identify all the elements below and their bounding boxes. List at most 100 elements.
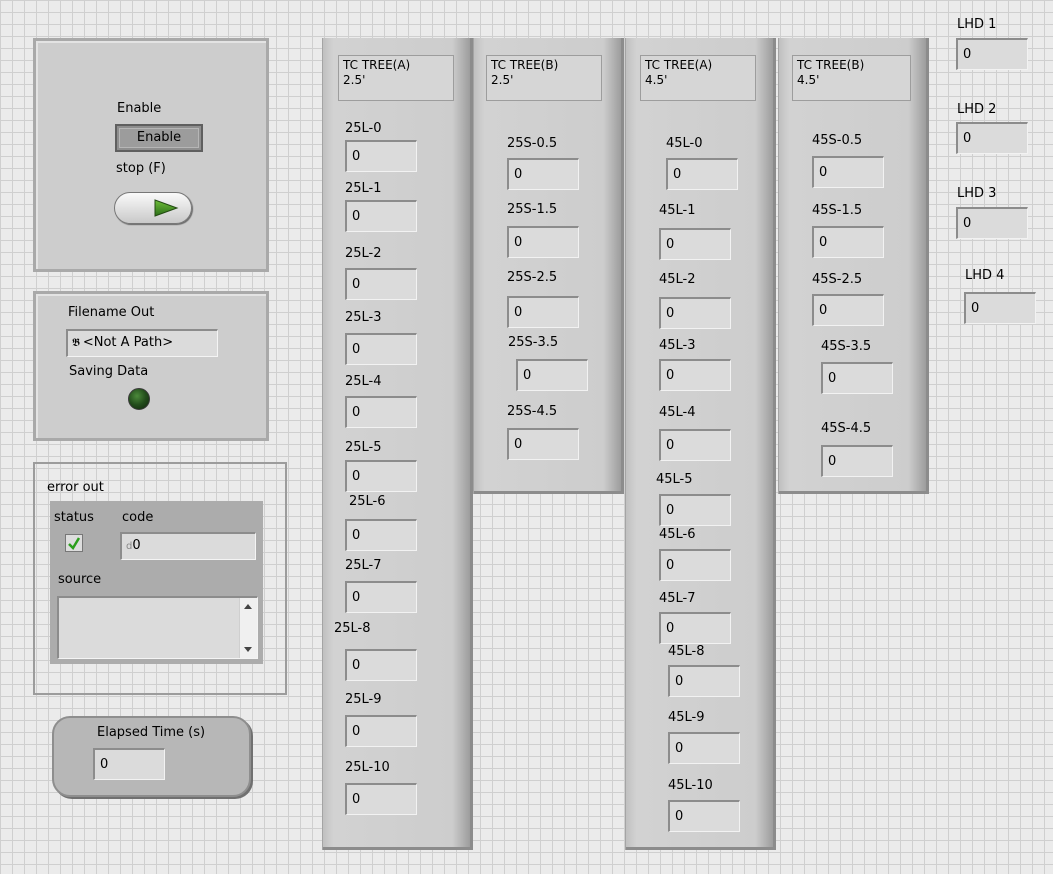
sensor-label: 25L-10 [345, 760, 390, 775]
sensor-value: 0 [345, 519, 417, 551]
sensor-value: 0 [345, 333, 417, 365]
lhd-label: LHD 4 [965, 268, 1005, 283]
lhd-value: 0 [956, 122, 1028, 154]
lhd-value: 0 [956, 207, 1028, 239]
sensor-value: 0 [659, 359, 731, 391]
sensor-value: 0 [668, 800, 740, 832]
sensor-label: 25L-3 [345, 310, 382, 325]
sensor-value: 0 [659, 549, 731, 581]
sensor-value: 0 [345, 783, 417, 815]
sensor-value: 0 [666, 158, 738, 190]
play-arrow-icon [154, 199, 179, 217]
saving-data-label: Saving Data [69, 364, 149, 379]
filename-out-field[interactable]: 𝕭 <Not A Path> [66, 329, 218, 357]
lhd-label: LHD 2 [957, 102, 997, 117]
sensor-value: 0 [345, 581, 417, 613]
sensor-value: 0 [507, 296, 579, 328]
code-label: code [122, 510, 154, 525]
sensor-label: 25L-5 [345, 440, 382, 455]
stop-label: stop (F) [116, 161, 166, 176]
sensor-value: 0 [507, 226, 579, 258]
sensor-value: 0 [507, 428, 579, 460]
sensor-value: 0 [659, 429, 731, 461]
source-label: source [58, 572, 102, 587]
tc-tree-a-2-5-header: TC TREE(A) 2.5' [338, 55, 454, 101]
sensor-label: 45L-4 [659, 405, 696, 420]
filename-out-value: <Not A Path> [82, 335, 174, 350]
lhd-label: LHD 1 [957, 17, 997, 32]
sensor-value: 0 [812, 226, 884, 258]
saving-data-led [128, 388, 150, 410]
stop-button[interactable] [114, 192, 192, 224]
sensor-value: 0 [659, 494, 731, 526]
sensor-label: 45L-6 [659, 527, 696, 542]
sensor-label: 25S-3.5 [508, 335, 559, 350]
sensor-label: 25S-4.5 [507, 404, 558, 419]
scroll-up-arrow-icon[interactable] [244, 604, 252, 609]
sensor-label: 45L-9 [668, 710, 705, 725]
sensor-label: 25L-6 [349, 494, 386, 509]
error-out-label: error out [47, 480, 104, 495]
sensor-label: 45L-0 [666, 136, 703, 151]
checkmark-icon [68, 537, 81, 551]
sensor-label: 25L-1 [345, 181, 382, 196]
path-icon: 𝕭 [72, 336, 80, 349]
lhd-label: LHD 3 [957, 186, 997, 201]
tc-tree-b-2-5-header: TC TREE(B) 2.5' [486, 55, 602, 101]
sensor-value: 0 [812, 294, 884, 326]
sensor-value: 0 [659, 297, 731, 329]
sensor-label: 45L-2 [659, 272, 696, 287]
tc-tree-b-4-5-header: TC TREE(B) 4.5' [792, 55, 911, 101]
sensor-label: 45L-3 [659, 338, 696, 353]
source-scrollbar[interactable] [239, 598, 257, 658]
enable-label: Enable [117, 101, 162, 116]
enable-button[interactable]: Enable [115, 124, 203, 152]
sensor-value: 0 [659, 612, 731, 644]
sensor-label: 25L-8 [334, 621, 371, 636]
sensor-label: 25L-2 [345, 246, 382, 261]
sensor-value: 0 [345, 140, 417, 172]
sensor-value: 0 [345, 396, 417, 428]
sensor-value: 0 [345, 649, 417, 681]
sensor-label: 25L-9 [345, 692, 382, 707]
sensor-value: 0 [345, 200, 417, 232]
sensor-value: 0 [812, 156, 884, 188]
sensor-label: 45S-3.5 [821, 339, 872, 354]
sensor-label: 25S-2.5 [507, 270, 558, 285]
sensor-value: 0 [345, 268, 417, 300]
sensor-value: 0 [668, 732, 740, 764]
lhd-value: 0 [956, 38, 1028, 70]
sensor-value: 0 [345, 715, 417, 747]
sensor-label: 25L-4 [345, 374, 382, 389]
sensor-label: 25L-7 [345, 558, 382, 573]
sensor-label: 45L-7 [659, 591, 696, 606]
sensor-label: 25L-0 [345, 121, 382, 136]
code-value: 0 [132, 538, 141, 553]
sensor-label: 45L-1 [659, 203, 696, 218]
elapsed-time-value: 0 [93, 748, 165, 780]
sensor-label: 45S-2.5 [812, 272, 863, 287]
sensor-label: 45S-1.5 [812, 203, 863, 218]
sensor-value: 0 [516, 359, 588, 391]
lhd-value: 0 [964, 292, 1036, 324]
sensor-label: 45L-10 [668, 778, 713, 793]
elapsed-time-label: Elapsed Time (s) [97, 725, 206, 740]
scroll-down-arrow-icon[interactable] [244, 647, 252, 652]
sensor-label: 45S-4.5 [821, 421, 872, 436]
sensor-value: 0 [821, 362, 893, 394]
sensor-label: 45L-5 [656, 472, 693, 487]
enable-button-label: Enable [119, 128, 199, 148]
sensor-label: 25S-0.5 [507, 136, 558, 151]
sensor-value: 0 [507, 158, 579, 190]
control-panel [33, 38, 269, 272]
status-label: status [54, 510, 94, 525]
sensor-label: 25S-1.5 [507, 202, 558, 217]
sensor-value: 0 [345, 460, 417, 492]
tc-tree-a-4-5-header: TC TREE(A) 4.5' [640, 55, 756, 101]
source-field[interactable] [57, 596, 258, 659]
sensor-value: 0 [668, 665, 740, 697]
filename-out-label: Filename Out [68, 305, 155, 320]
status-indicator [65, 534, 83, 552]
tc-tree-b-2-5-column [474, 38, 624, 494]
code-field[interactable]: d0 [120, 532, 256, 560]
